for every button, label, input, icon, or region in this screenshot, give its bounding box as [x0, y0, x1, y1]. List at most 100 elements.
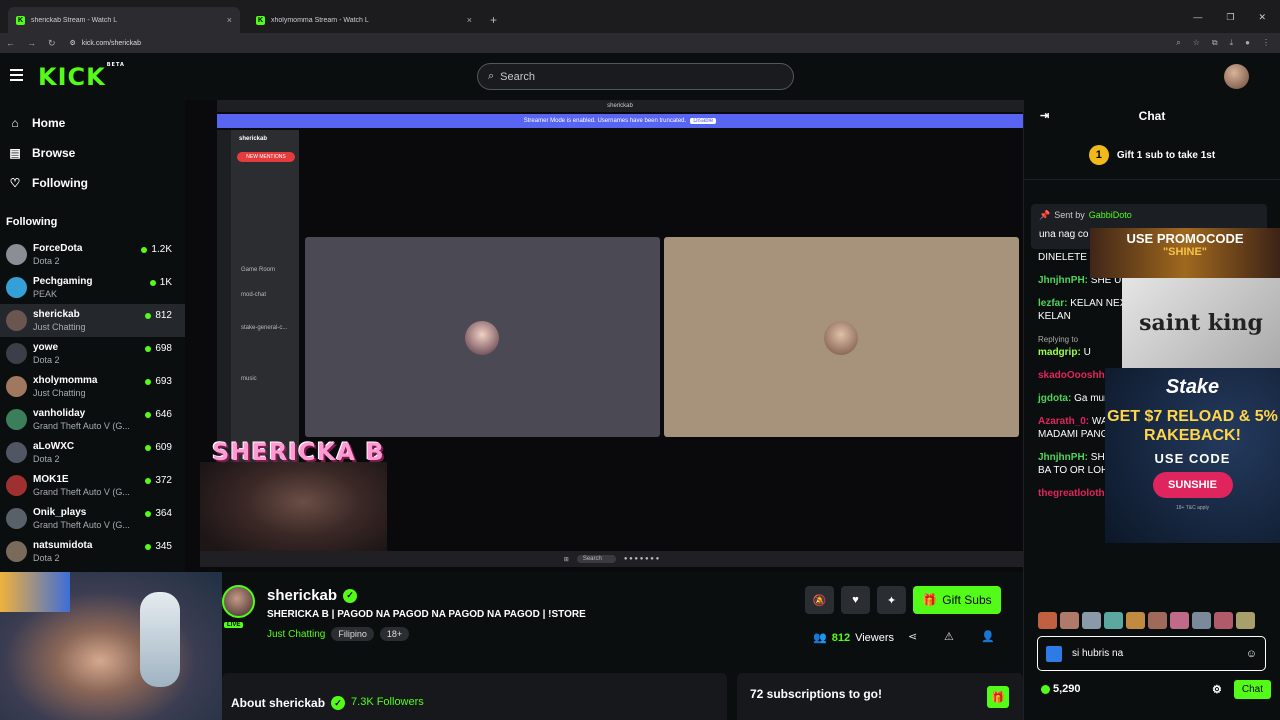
sidebar-item-home[interactable]: ⌂ Home — [0, 108, 185, 138]
report-icon[interactable]: ⚠ — [944, 630, 954, 643]
emote[interactable] — [1038, 612, 1057, 629]
url-text[interactable]: kick.com/sherickab — [82, 40, 141, 47]
minimize-icon[interactable]: — — [1193, 12, 1202, 23]
chat-username[interactable]: madgrip: — [1038, 347, 1081, 358]
chat-footer: 5,290 ⚙ Chat — [1041, 679, 1271, 699]
chat-input-value[interactable]: si hubris na — [1072, 648, 1236, 659]
maximize-icon[interactable]: ❐ — [1226, 12, 1234, 23]
new-tab-button[interactable]: + — [490, 13, 497, 27]
live-dot-icon — [145, 378, 152, 385]
emote[interactable] — [1214, 612, 1233, 629]
kick-emote-icon[interactable] — [1046, 645, 1062, 662]
emote[interactable] — [1236, 612, 1255, 629]
chat-send-button[interactable]: Chat — [1233, 679, 1271, 699]
emote[interactable] — [1192, 612, 1211, 629]
chat-panel: ⇥ Chat 1 Gift 1 sub to take 1st 📌 Sent by… — [1023, 100, 1280, 720]
emoji-icon[interactable]: ☺ — [1246, 648, 1257, 660]
stake-ad[interactable]: Stake GET $7 RELOAD & 5% RAKEBACK! USE C… — [1105, 368, 1280, 543]
notifications-button[interactable]: 🔕 — [805, 586, 834, 614]
extensions-icon[interactable]: ⧉ — [1212, 38, 1218, 48]
channel-category: Dota 2 — [33, 454, 60, 464]
sidebar-channel-item[interactable]: natsumidota Dota 2 345 — [0, 535, 185, 568]
chat-username[interactable]: JhnjhnPH: — [1038, 275, 1088, 286]
category-link[interactable]: Just Chatting — [267, 629, 325, 640]
chat-username[interactable]: Azarath_0: — [1038, 416, 1089, 427]
emote[interactable] — [1126, 612, 1145, 629]
promo-ad[interactable]: USE PROMOCODE "SHINE" — [1090, 228, 1280, 278]
profile-icon[interactable]: ● — [1245, 38, 1250, 48]
close-tab-icon[interactable]: × — [227, 15, 232, 25]
back-icon[interactable]: ← — [6, 38, 15, 49]
channel-category: Dota 2 — [33, 553, 60, 563]
clip-button[interactable]: ✦ — [877, 586, 906, 614]
pin-icon: 📌 — [1039, 210, 1051, 220]
emote[interactable] — [1082, 612, 1101, 629]
channel-avatar — [6, 508, 27, 529]
forward-icon[interactable]: → — [27, 38, 36, 49]
browser-tab[interactable]: K sherickab Stream - Watch L × — [8, 7, 240, 33]
viewer-count: 372 — [145, 475, 172, 486]
channel-avatar[interactable] — [222, 585, 255, 618]
tag-language[interactable]: Filipino — [331, 627, 374, 641]
share-icon[interactable]: ⋖ — [908, 630, 917, 643]
menu-dots-icon[interactable]: ⋮ — [1262, 38, 1270, 48]
sidebar-item-browse[interactable]: ▤ Browse — [0, 138, 185, 168]
channel-points[interactable]: 5,290 — [1041, 683, 1081, 695]
emote[interactable] — [1148, 612, 1167, 629]
sidebar-channel-item[interactable]: vanholiday Grand Theft Auto V (G... 646 — [0, 403, 185, 436]
search-input[interactable]: ⌕ Search — [477, 63, 794, 90]
emote[interactable] — [1060, 612, 1079, 629]
bookmark-star-icon[interactable]: ☆ — [1193, 38, 1200, 48]
background-poster — [0, 572, 70, 612]
chat-username[interactable]: skadoOooshh — [1038, 370, 1105, 381]
sidebar-channel-item[interactable]: sherickab Just Chatting 812 — [0, 304, 185, 337]
viewer-count: 👥 812 Viewers — [813, 631, 894, 645]
site-info-icon[interactable]: ⚙ — [70, 39, 76, 47]
chat-header: ⇥ Chat — [1040, 108, 1166, 123]
gift-subs-button[interactable]: 🎁 Gift Subs — [913, 586, 1001, 614]
user-avatar[interactable] — [1224, 64, 1249, 89]
channel-category: Just Chatting — [33, 322, 86, 332]
follow-button[interactable]: ♥ — [841, 586, 870, 614]
sidebar-channel-item[interactable]: ForceDota Dota 2 1.2K — [0, 238, 185, 271]
browser-tab[interactable]: K xholymomma Stream - Watch L × — [248, 7, 480, 33]
gift-icon[interactable]: 🎁 — [987, 686, 1009, 708]
gear-icon[interactable]: ⚙ — [1212, 683, 1222, 696]
chat-username[interactable]: jgdota: — [1038, 393, 1071, 404]
emote[interactable] — [1170, 612, 1189, 629]
microphone — [140, 592, 180, 687]
sidebar-channel-item[interactable]: MOK1E Grand Theft Auto V (G... 372 — [0, 469, 185, 502]
channel-name[interactable]: sherickab ✓ — [267, 587, 358, 604]
close-tab-icon[interactable]: × — [467, 15, 472, 25]
live-badge: LIVE — [224, 622, 244, 628]
chat-username[interactable]: lezfar: — [1038, 298, 1067, 309]
sidebar-channel-item[interactable]: Onik_plays Grand Theft Auto V (G... 364 — [0, 502, 185, 535]
taskbar-search: Search — [576, 555, 616, 563]
chat-username[interactable]: JhnjhnPH: — [1038, 452, 1088, 463]
sidebar-channel-item[interactable]: Pechgaming PEAK 1K — [0, 271, 185, 304]
collapse-chat-icon[interactable]: ⇥ — [1040, 109, 1049, 122]
sidebar-channel-item[interactable]: xholymomma Just Chatting 693 — [0, 370, 185, 403]
kick-logo[interactable]: KICKBETA — [38, 62, 124, 91]
tab-title: xholymomma Stream - Watch L — [271, 16, 369, 24]
sidebar-channel-item[interactable]: yowe Dota 2 698 — [0, 337, 185, 370]
reload-icon[interactable]: ↻ — [48, 38, 56, 49]
sidebar-item-following[interactable]: ♡ Following — [0, 168, 185, 198]
video-player[interactable]: sherickab Streamer Mode is enabled. User… — [185, 100, 1023, 572]
close-window-icon[interactable]: ✕ — [1258, 12, 1266, 23]
zoom-icon[interactable]: ⌕ — [1176, 38, 1180, 48]
channel-avatar — [6, 277, 27, 298]
sidebar-channel-item[interactable]: aLoWXC Dota 2 609 — [0, 436, 185, 469]
menu-hamburger-icon[interactable] — [10, 69, 23, 84]
gift-leaderboard-banner[interactable]: 1 Gift 1 sub to take 1st — [1024, 131, 1280, 180]
site-header: KICKBETA ⌕ Search — [0, 53, 1280, 100]
chat-input[interactable]: si hubris na ☺ — [1037, 636, 1266, 671]
viewer-count: 698 — [145, 343, 172, 354]
participant-avatar — [465, 321, 499, 355]
saint-king-ad[interactable]: saint king — [1122, 278, 1280, 368]
tag-age[interactable]: 18+ — [379, 627, 410, 641]
emote[interactable] — [1104, 612, 1123, 629]
downloads-icon[interactable]: ⤓ — [1230, 38, 1234, 48]
streamer-camera-overlay — [200, 462, 387, 562]
user-options-icon[interactable]: 👤 — [981, 630, 995, 643]
